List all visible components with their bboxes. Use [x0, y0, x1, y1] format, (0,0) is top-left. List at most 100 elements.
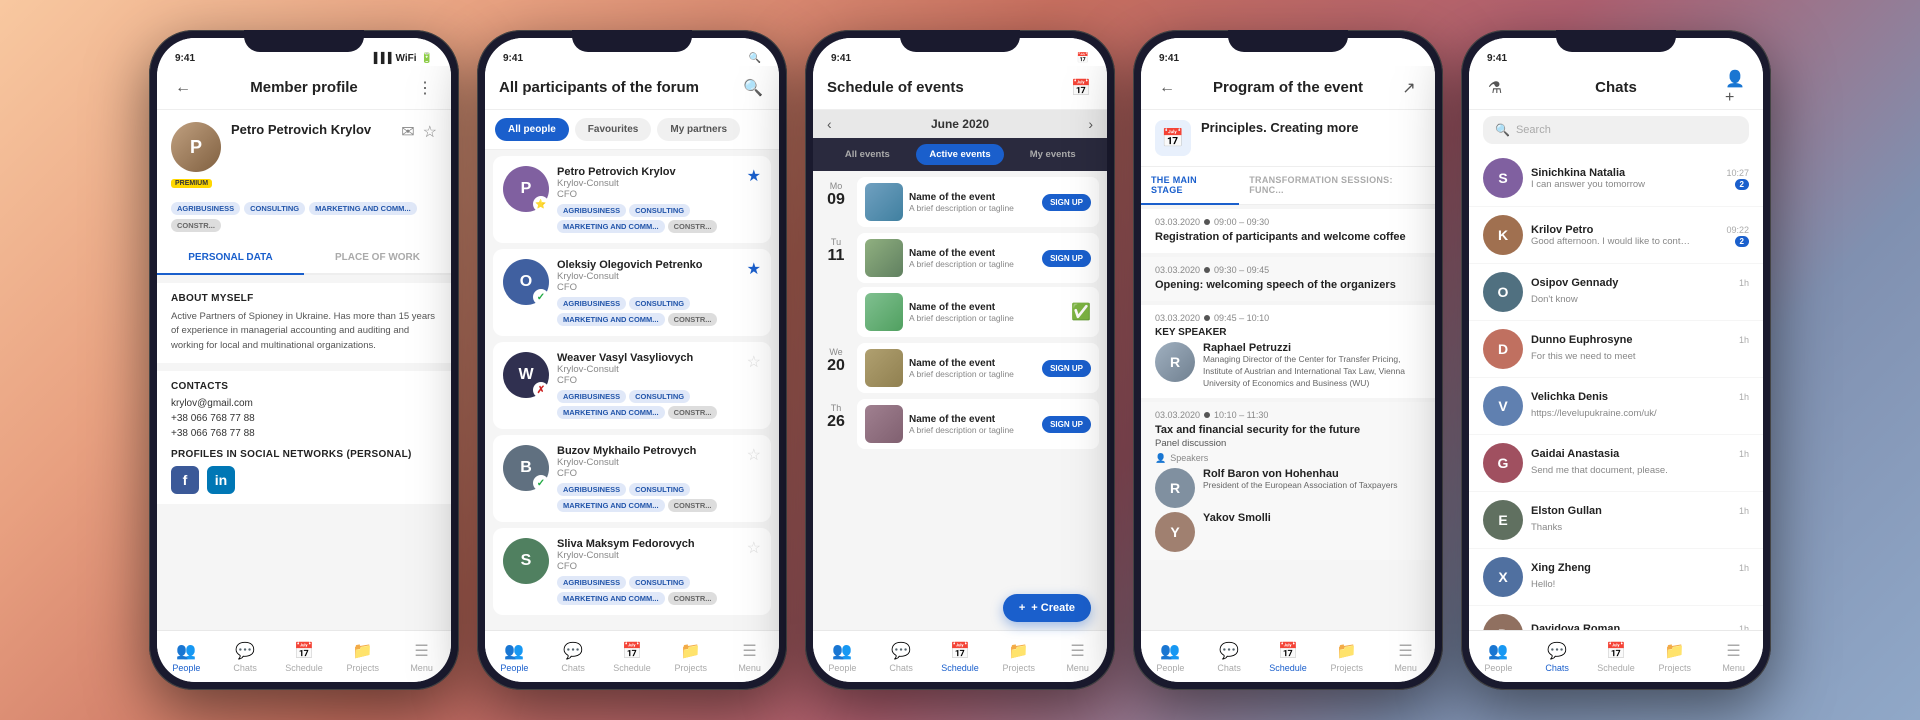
p-tag: MARKETING AND COMM... [557, 313, 665, 326]
nav-schedule-3[interactable]: 📅 Schedule [940, 641, 980, 673]
nav-people-1[interactable]: 👥 People [166, 641, 206, 673]
chat-item-osipov[interactable]: O Osipov Gennady 1h Don't know [1469, 264, 1763, 321]
p-star-3[interactable]: ☆ [747, 352, 761, 372]
chat-item-dunno[interactable]: D Dunno Euphrosyne 1h For this we need t… [1469, 321, 1763, 378]
share-icon-4[interactable]: ↗ [1397, 76, 1421, 100]
filter-my-events[interactable]: My events [1008, 144, 1097, 165]
p-tags-4: AGRIBUSINESS CONSULTING MARKETING AND CO… [557, 483, 739, 512]
filter-icon[interactable]: ⚗ [1483, 76, 1507, 100]
nav-schedule-1[interactable]: 📅 Schedule [284, 641, 324, 673]
chat-item-xing[interactable]: X Xing Zheng 1h Hello! [1469, 549, 1763, 606]
filter-favourites[interactable]: Favourites [575, 118, 652, 141]
chat-item-krilov[interactable]: K Krilov Petro 09:22 Good afternoon. I w… [1469, 207, 1763, 264]
phone-1[interactable]: +38 066 768 77 88 [171, 413, 437, 424]
nav-projects-3[interactable]: 📁 Projects [999, 641, 1039, 673]
p-star-1[interactable]: ★ [747, 166, 761, 186]
search-header-icon[interactable]: 🔍 [749, 53, 761, 64]
p-tag: AGRIBUSINESS [557, 297, 626, 310]
event-desc-3: A brief description or tagline [909, 313, 1065, 323]
tab-place-of-work[interactable]: PLACE OF WORK [304, 242, 451, 275]
nav-people-4[interactable]: 👥 People [1150, 641, 1190, 673]
bookmark-icon[interactable]: ☆ [423, 122, 437, 142]
p-tag: CONSTR... [668, 592, 718, 605]
message-icon[interactable]: ✉ [401, 122, 414, 142]
nav-menu-5[interactable]: ☰ Menu [1714, 641, 1754, 673]
chat-item-davidova[interactable]: D Davidova Roman 1h img_123.jpg [1469, 606, 1763, 630]
email[interactable]: krylov@gmail.com [171, 398, 437, 409]
nav-chats-1[interactable]: 💬 Chats [225, 641, 265, 673]
p-company-1: Krylov-Consult [557, 178, 739, 189]
menu-icon-2: ☰ [742, 641, 756, 661]
tag-marketing: MARKETING AND COMM... [309, 202, 417, 215]
filter-all-people[interactable]: All people [495, 118, 569, 141]
nav-projects-4[interactable]: 📁 Projects [1327, 641, 1367, 673]
chat-time-velichka: 1h [1739, 392, 1749, 402]
create-fab[interactable]: + + Create [1003, 594, 1091, 622]
nav-menu-2[interactable]: ☰ Menu [730, 641, 770, 673]
chat-item-gaidai[interactable]: G Gaidai Anastasia 1h Send me that docum… [1469, 435, 1763, 492]
nav-chats-2[interactable]: 💬 Chats [553, 641, 593, 673]
nav-label-people-5: People [1484, 663, 1512, 673]
chat-avatar-krilov: K [1483, 215, 1523, 255]
p-star-2[interactable]: ★ [747, 259, 761, 279]
chat-item-velichka[interactable]: V Velichka Denis 1h https://levelupukrai… [1469, 378, 1763, 435]
signup-btn-4[interactable]: SIGN UP [1042, 360, 1091, 377]
filter-all-events[interactable]: All events [823, 144, 912, 165]
chat-item-elston[interactable]: E Elston Gullan 1h Thanks [1469, 492, 1763, 549]
signup-btn-1[interactable]: SIGN UP [1042, 194, 1091, 211]
p-name-3: Weaver Vasyl Vasyliovych [557, 352, 739, 364]
nav-chats-3[interactable]: 💬 Chats [881, 641, 921, 673]
facebook-icon[interactable]: f [171, 466, 199, 494]
search-bar[interactable]: 🔍 Search [1483, 116, 1749, 144]
nav-projects-1[interactable]: 📁 Projects [343, 641, 383, 673]
nav-schedule-5[interactable]: 📅 Schedule [1596, 641, 1636, 673]
nav-schedule-2[interactable]: 📅 Schedule [612, 641, 652, 673]
avatar-wrap: P PREMIUM [171, 122, 221, 190]
nav-projects-2[interactable]: 📁 Projects [671, 641, 711, 673]
p-badge-star-1: ⭐ [533, 196, 549, 212]
chat-item-sinichkina[interactable]: S Sinichkina Natalia 10:27 I can answer … [1469, 150, 1763, 207]
back-icon-4[interactable]: ← [1155, 76, 1179, 100]
day-events-mo09: Name of the event A brief description or… [857, 177, 1099, 227]
nav-people-5[interactable]: 👥 People [1478, 641, 1518, 673]
signup-btn-5[interactable]: SIGN UP [1042, 416, 1091, 433]
nav-chats-4[interactable]: 💬 Chats [1209, 641, 1249, 673]
nav-people-2[interactable]: 👥 People [494, 641, 534, 673]
p-star-4[interactable]: ☆ [747, 445, 761, 465]
filter-active-events[interactable]: Active events [916, 144, 1005, 165]
p-name-1: Petro Petrovich Krylov [557, 166, 739, 178]
nav-people-3[interactable]: 👥 People [822, 641, 862, 673]
speakers-text: Speakers [1170, 453, 1208, 463]
projects-icon: 📁 [353, 641, 373, 661]
phone-2[interactable]: +38 066 768 77 88 [171, 428, 437, 439]
nav-projects-5[interactable]: 📁 Projects [1655, 641, 1695, 673]
chat-name-xing: Xing Zheng [1531, 562, 1591, 574]
linkedin-icon[interactable]: in [207, 466, 235, 494]
nav-menu-4[interactable]: ☰ Menu [1386, 641, 1426, 673]
new-chat-icon[interactable]: 👤+ [1725, 76, 1749, 100]
menu-icon-3: ☰ [1070, 641, 1084, 661]
calendar-icon[interactable]: 📅 [1069, 76, 1093, 100]
about-section: ABOUT MYSELF Active Partners of Spioney … [157, 283, 451, 363]
nav-chats-5[interactable]: 💬 Chats [1537, 641, 1577, 673]
stage-tab-transformation[interactable]: TRANSFORMATION SESSIONS: FUNC... [1239, 167, 1435, 205]
back-icon[interactable]: ← [171, 76, 195, 100]
nav-menu-1[interactable]: ☰ Menu [402, 641, 442, 673]
phone-participants: 9:41 🔍 All participants of the forum 🔍 A… [477, 30, 787, 690]
participant-filter-bar: All people Favourites My partners [485, 110, 779, 150]
signup-btn-2[interactable]: SIGN UP [1042, 250, 1091, 267]
more-icon[interactable]: ⋮ [413, 76, 437, 100]
prev-month-btn[interactable]: ‹ [827, 116, 832, 132]
chat-avatar-sinichkina: S [1483, 158, 1523, 198]
p-star-5[interactable]: ☆ [747, 538, 761, 558]
tab-personal-data[interactable]: PERSONAL DATA [157, 242, 304, 275]
nav-menu-3[interactable]: ☰ Menu [1058, 641, 1098, 673]
stage-tab-main[interactable]: THE MAIN STAGE [1141, 167, 1239, 205]
next-month-btn[interactable]: › [1088, 116, 1093, 132]
chat-badge-sinichkina: 2 [1735, 179, 1749, 190]
search-icon-2[interactable]: 🔍 [741, 76, 765, 100]
p-tags-3: AGRIBUSINESS CONSULTING MARKETING AND CO… [557, 390, 739, 419]
nav-label-schedule: Schedule [285, 663, 323, 673]
nav-schedule-4[interactable]: 📅 Schedule [1268, 641, 1308, 673]
filter-my-partners[interactable]: My partners [657, 118, 740, 141]
